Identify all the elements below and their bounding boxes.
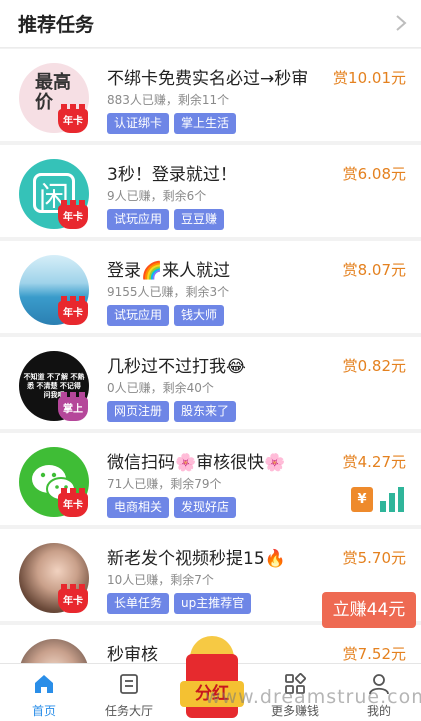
task-tag[interactable]: 豆豆赚: [174, 209, 225, 230]
task-item[interactable]: 最高价 年卡 不绑卡免费实名必过→秒审 赏10.01元 883人已赚，剩余11个…: [0, 49, 421, 141]
task-meta: 883人已赚，剩余11个: [107, 93, 230, 107]
yuan-icon: ¥: [351, 487, 373, 512]
task-reward: 赏10.01元: [333, 69, 406, 87]
task-reward: 赏5.70元: [342, 549, 406, 567]
tab-label: 首页: [31, 704, 56, 718]
year-card-badge: 年卡: [58, 488, 88, 517]
task-reward: 赏4.27元: [342, 453, 406, 471]
tab-task-hall[interactable]: 任务大厅: [87, 664, 171, 721]
task-tag[interactable]: 钱大师: [174, 305, 225, 326]
task-tags: 电商相关 发现好店: [107, 496, 241, 518]
task-tags: 试玩应用 豆豆赚: [107, 208, 229, 230]
year-card-badge: 年卡: [58, 200, 88, 229]
side-icons: ¥: [351, 487, 407, 513]
task-reward: 赏0.82元: [342, 357, 406, 375]
year-card-badge: 年卡: [58, 584, 88, 613]
dividend-redpack-button[interactable]: 分红: [180, 636, 244, 721]
year-card-badge: 年卡: [58, 104, 88, 133]
task-tag[interactable]: 发现好店: [174, 497, 237, 518]
task-tags: 长单任务 up主推荐官: [107, 592, 256, 614]
task-hall-icon: [120, 674, 138, 694]
task-title: 秒审核: [107, 645, 158, 665]
task-tag[interactable]: 认证绑卡: [107, 113, 170, 134]
task-tag[interactable]: 电商相关: [107, 497, 170, 518]
task-item[interactable]: 不知道 不了解 不熟悉 不清楚 不记得 问我吧 掌上 几秒过不过打我😂 赏0.8…: [0, 337, 421, 429]
task-tag[interactable]: 掌上生活: [174, 113, 237, 134]
task-reward: 赏8.07元: [342, 261, 406, 279]
task-meta: 10人已赚，剩余7个: [107, 573, 214, 587]
task-title: 不绑卡免费实名必过→秒审: [107, 69, 309, 89]
chevron-right-icon[interactable]: [395, 14, 407, 32]
task-tags: 网页注册 股东来了: [107, 400, 241, 422]
task-tags: 试玩应用 钱大师: [107, 304, 229, 326]
task-title: 微信扫码🌸审核很快🌸: [107, 453, 286, 473]
bar-chart-icon: [380, 487, 404, 512]
task-meta: 9人已赚，剩余6个: [107, 189, 207, 203]
task-title: 登录🌈来人就过: [107, 261, 231, 281]
year-card-badge: 年卡: [58, 296, 88, 325]
task-tag[interactable]: 长单任务: [107, 593, 170, 614]
home-icon: [35, 675, 53, 693]
task-tag[interactable]: 股东来了: [174, 401, 237, 422]
task-tag[interactable]: 试玩应用: [107, 209, 170, 230]
task-reward: 赏6.08元: [342, 165, 406, 183]
task-title: 几秒过不过打我😂: [107, 357, 246, 377]
task-meta: 71人已赚，剩余79个: [107, 477, 222, 491]
task-tag[interactable]: 网页注册: [107, 401, 170, 422]
task-item[interactable]: 年卡 登录🌈来人就过 赏8.07元 9155人已赚，剩余3个 试玩应用 钱大师: [0, 241, 421, 333]
task-item[interactable]: 年卡 微信扫码🌸审核很快🌸 赏4.27元 71人已赚，剩余79个 电商相关 发现好…: [0, 433, 421, 525]
watermark: www.dreamstrue.com: [205, 686, 421, 708]
tab-home[interactable]: 首页: [2, 664, 86, 721]
tab-label: 任务大厅: [104, 704, 153, 718]
task-reward: 赏7.52元: [342, 645, 406, 663]
task-tag[interactable]: 试玩应用: [107, 305, 170, 326]
task-title: 新老发个视频秒提15🔥: [107, 549, 286, 569]
task-meta: 9155人已赚，剩余3个: [107, 285, 230, 299]
task-title: 3秒！登录就过！: [107, 165, 237, 185]
earn-now-button[interactable]: 立赚44元: [322, 592, 416, 628]
section-title: 推荐任务: [18, 14, 95, 36]
task-meta: 0人已赚，剩余40个: [107, 381, 214, 395]
section-header: 推荐任务: [0, 0, 421, 48]
task-item[interactable]: 闲 年卡 3秒！登录就过！ 赏6.08元 9人已赚，剩余6个 试玩应用 豆豆赚: [0, 145, 421, 237]
task-tag[interactable]: up主推荐官: [174, 593, 252, 614]
task-tags: 认证绑卡 掌上生活: [107, 112, 241, 134]
palm-badge: 掌上: [58, 392, 88, 421]
